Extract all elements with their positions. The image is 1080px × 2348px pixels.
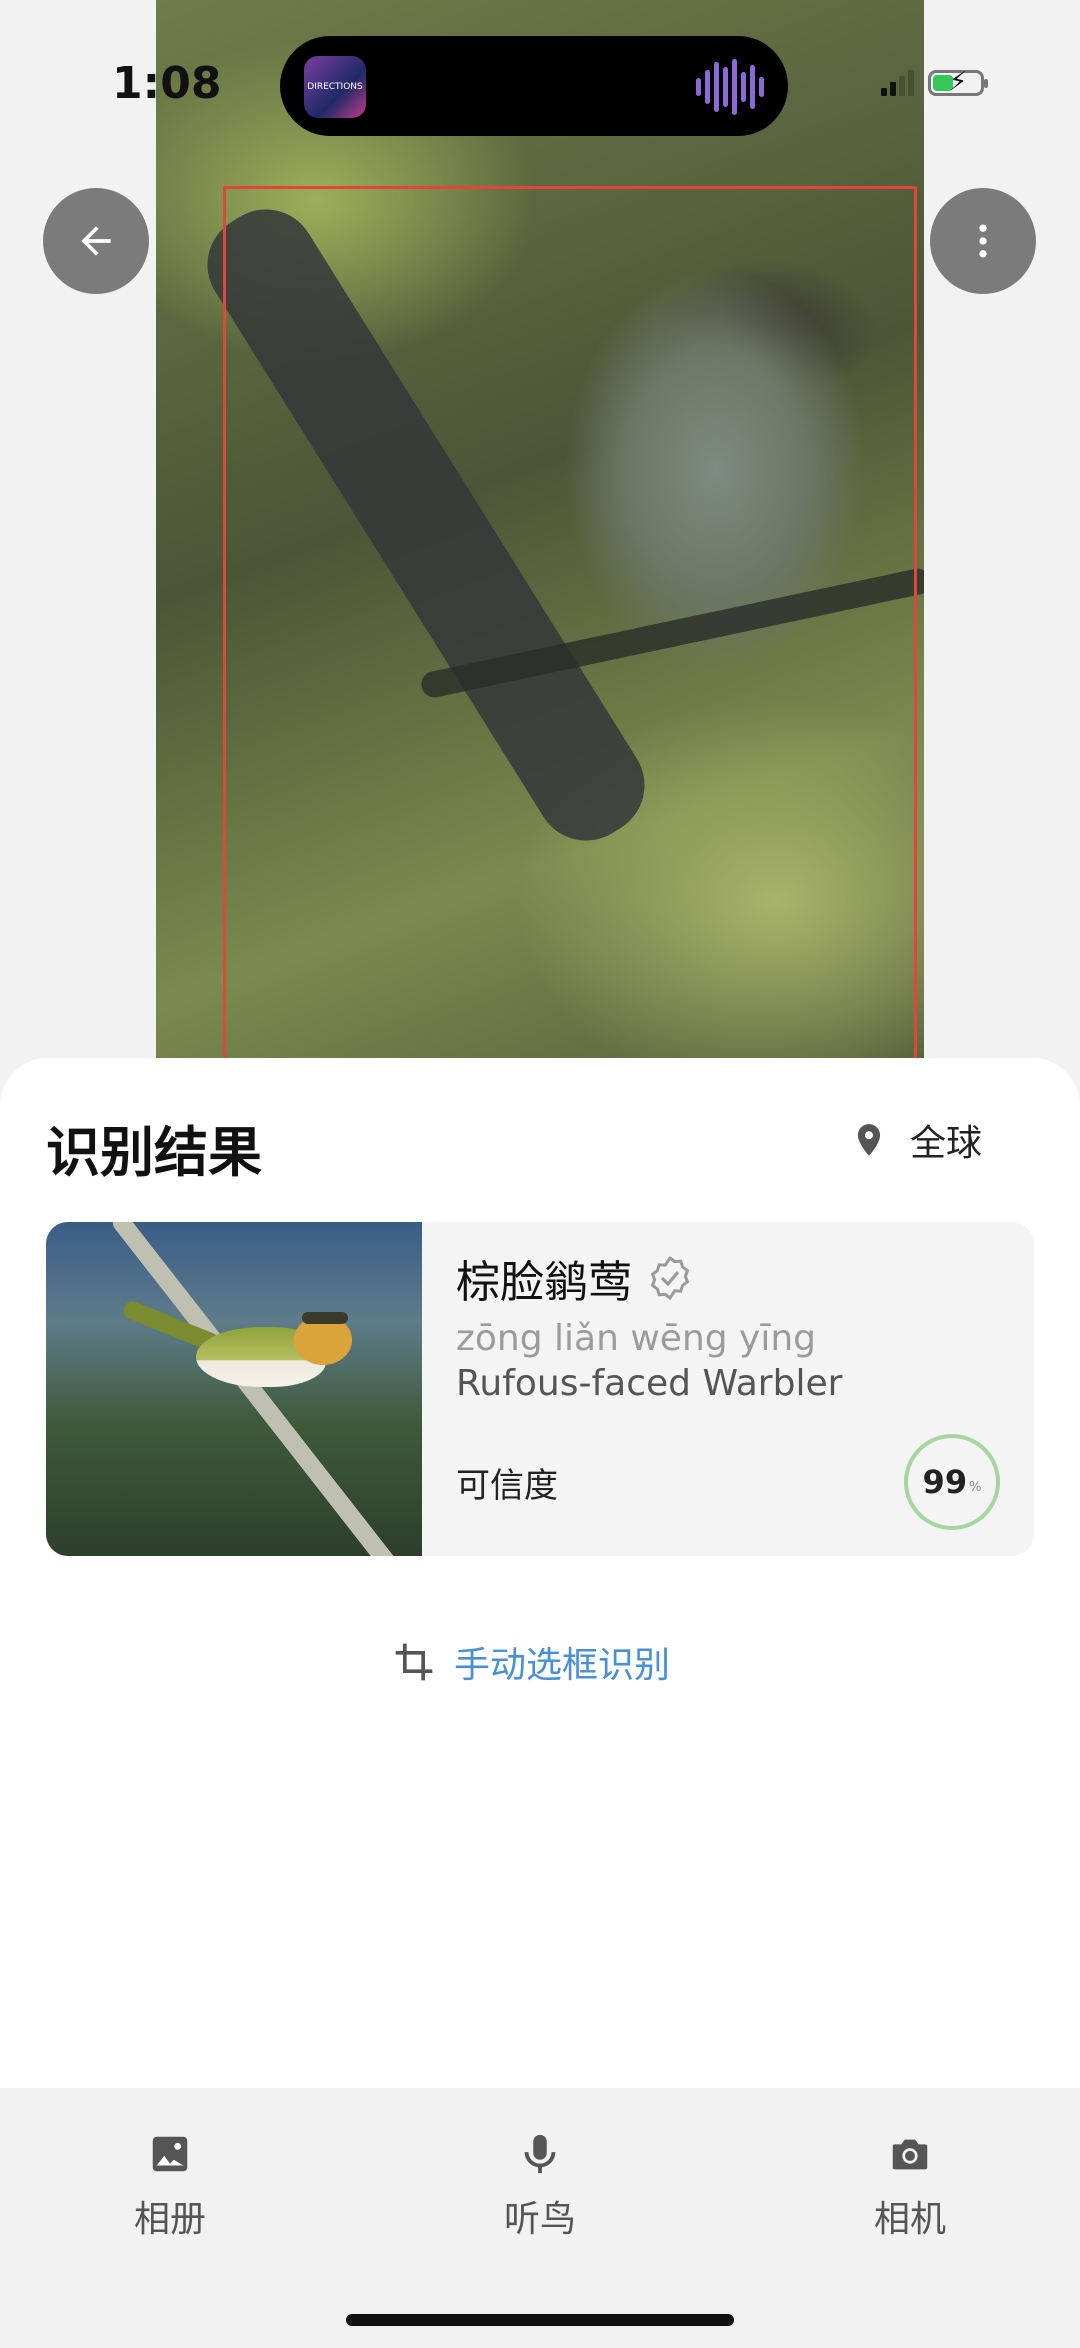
confidence-value: 99 [922,1463,968,1501]
confidence-label: 可信度 [456,1466,558,1506]
home-indicator[interactable] [346,2314,734,2326]
region-selector[interactable]: 全球 [850,1114,982,1166]
dynamic-island[interactable]: DIRECTIONS [280,36,788,136]
nav-label-gallery: 相册 [133,2199,206,2240]
badge-check-icon [650,1255,690,1301]
status-indicators: ⚡ [881,67,988,97]
species-pinyin: zōng liǎn wēng yīng [456,1318,817,1359]
manual-crop-button[interactable]: 手动选框识别 [392,1636,670,1688]
result-title: 识别结果 [46,1121,262,1184]
island-app-icon: DIRECTIONS [304,56,366,118]
nav-item-listen[interactable]: 听鸟 [450,2124,630,2242]
result-card[interactable]: 棕脸鹟莺 zōng liǎn wēng yīng Rufous-faced Wa… [46,1222,1034,1556]
species-name: 棕脸鹟莺 [456,1257,632,1308]
confidence-ring: 99% [904,1434,1000,1530]
back-button[interactable] [43,188,149,294]
species-english-name: Rufous-faced Warbler [456,1363,843,1404]
nav-label-listen: 听鸟 [503,2199,576,2240]
camera-icon [892,2139,928,2170]
gallery-icon [152,2136,188,2172]
audio-wave-icon [696,58,764,116]
manual-crop-label: 手动选框识别 [454,1645,671,1686]
crop-icon [395,1643,433,1681]
nav-label-camera: 相机 [873,2199,946,2240]
more-vertical-icon [979,224,987,258]
microphone-icon [524,2134,556,2174]
nav-item-gallery[interactable]: 相册 [80,2124,260,2242]
result-sheet: 识别结果 全球 棕脸鹟莺 zōng liǎn wēng yīng Rufous-… [0,1058,1080,2088]
region-label: 全球 [910,1123,983,1164]
more-options-button[interactable] [930,188,1036,294]
bottom-nav: 相册 听鸟 相机 [0,2088,1080,2348]
signal-icon [881,70,914,96]
location-pin-icon [857,1124,881,1156]
species-thumbnail [46,1222,422,1556]
battery-icon: ⚡ [928,67,988,97]
confidence-unit: % [969,1479,982,1495]
arrow-left-icon [81,226,111,256]
status-time: 1:08 [112,58,222,109]
species-info: 棕脸鹟莺 zōng liǎn wēng yīng Rufous-faced Wa… [456,1246,1014,1404]
nav-item-camera[interactable]: 相机 [820,2124,1000,2242]
detection-box[interactable] [223,186,917,1086]
